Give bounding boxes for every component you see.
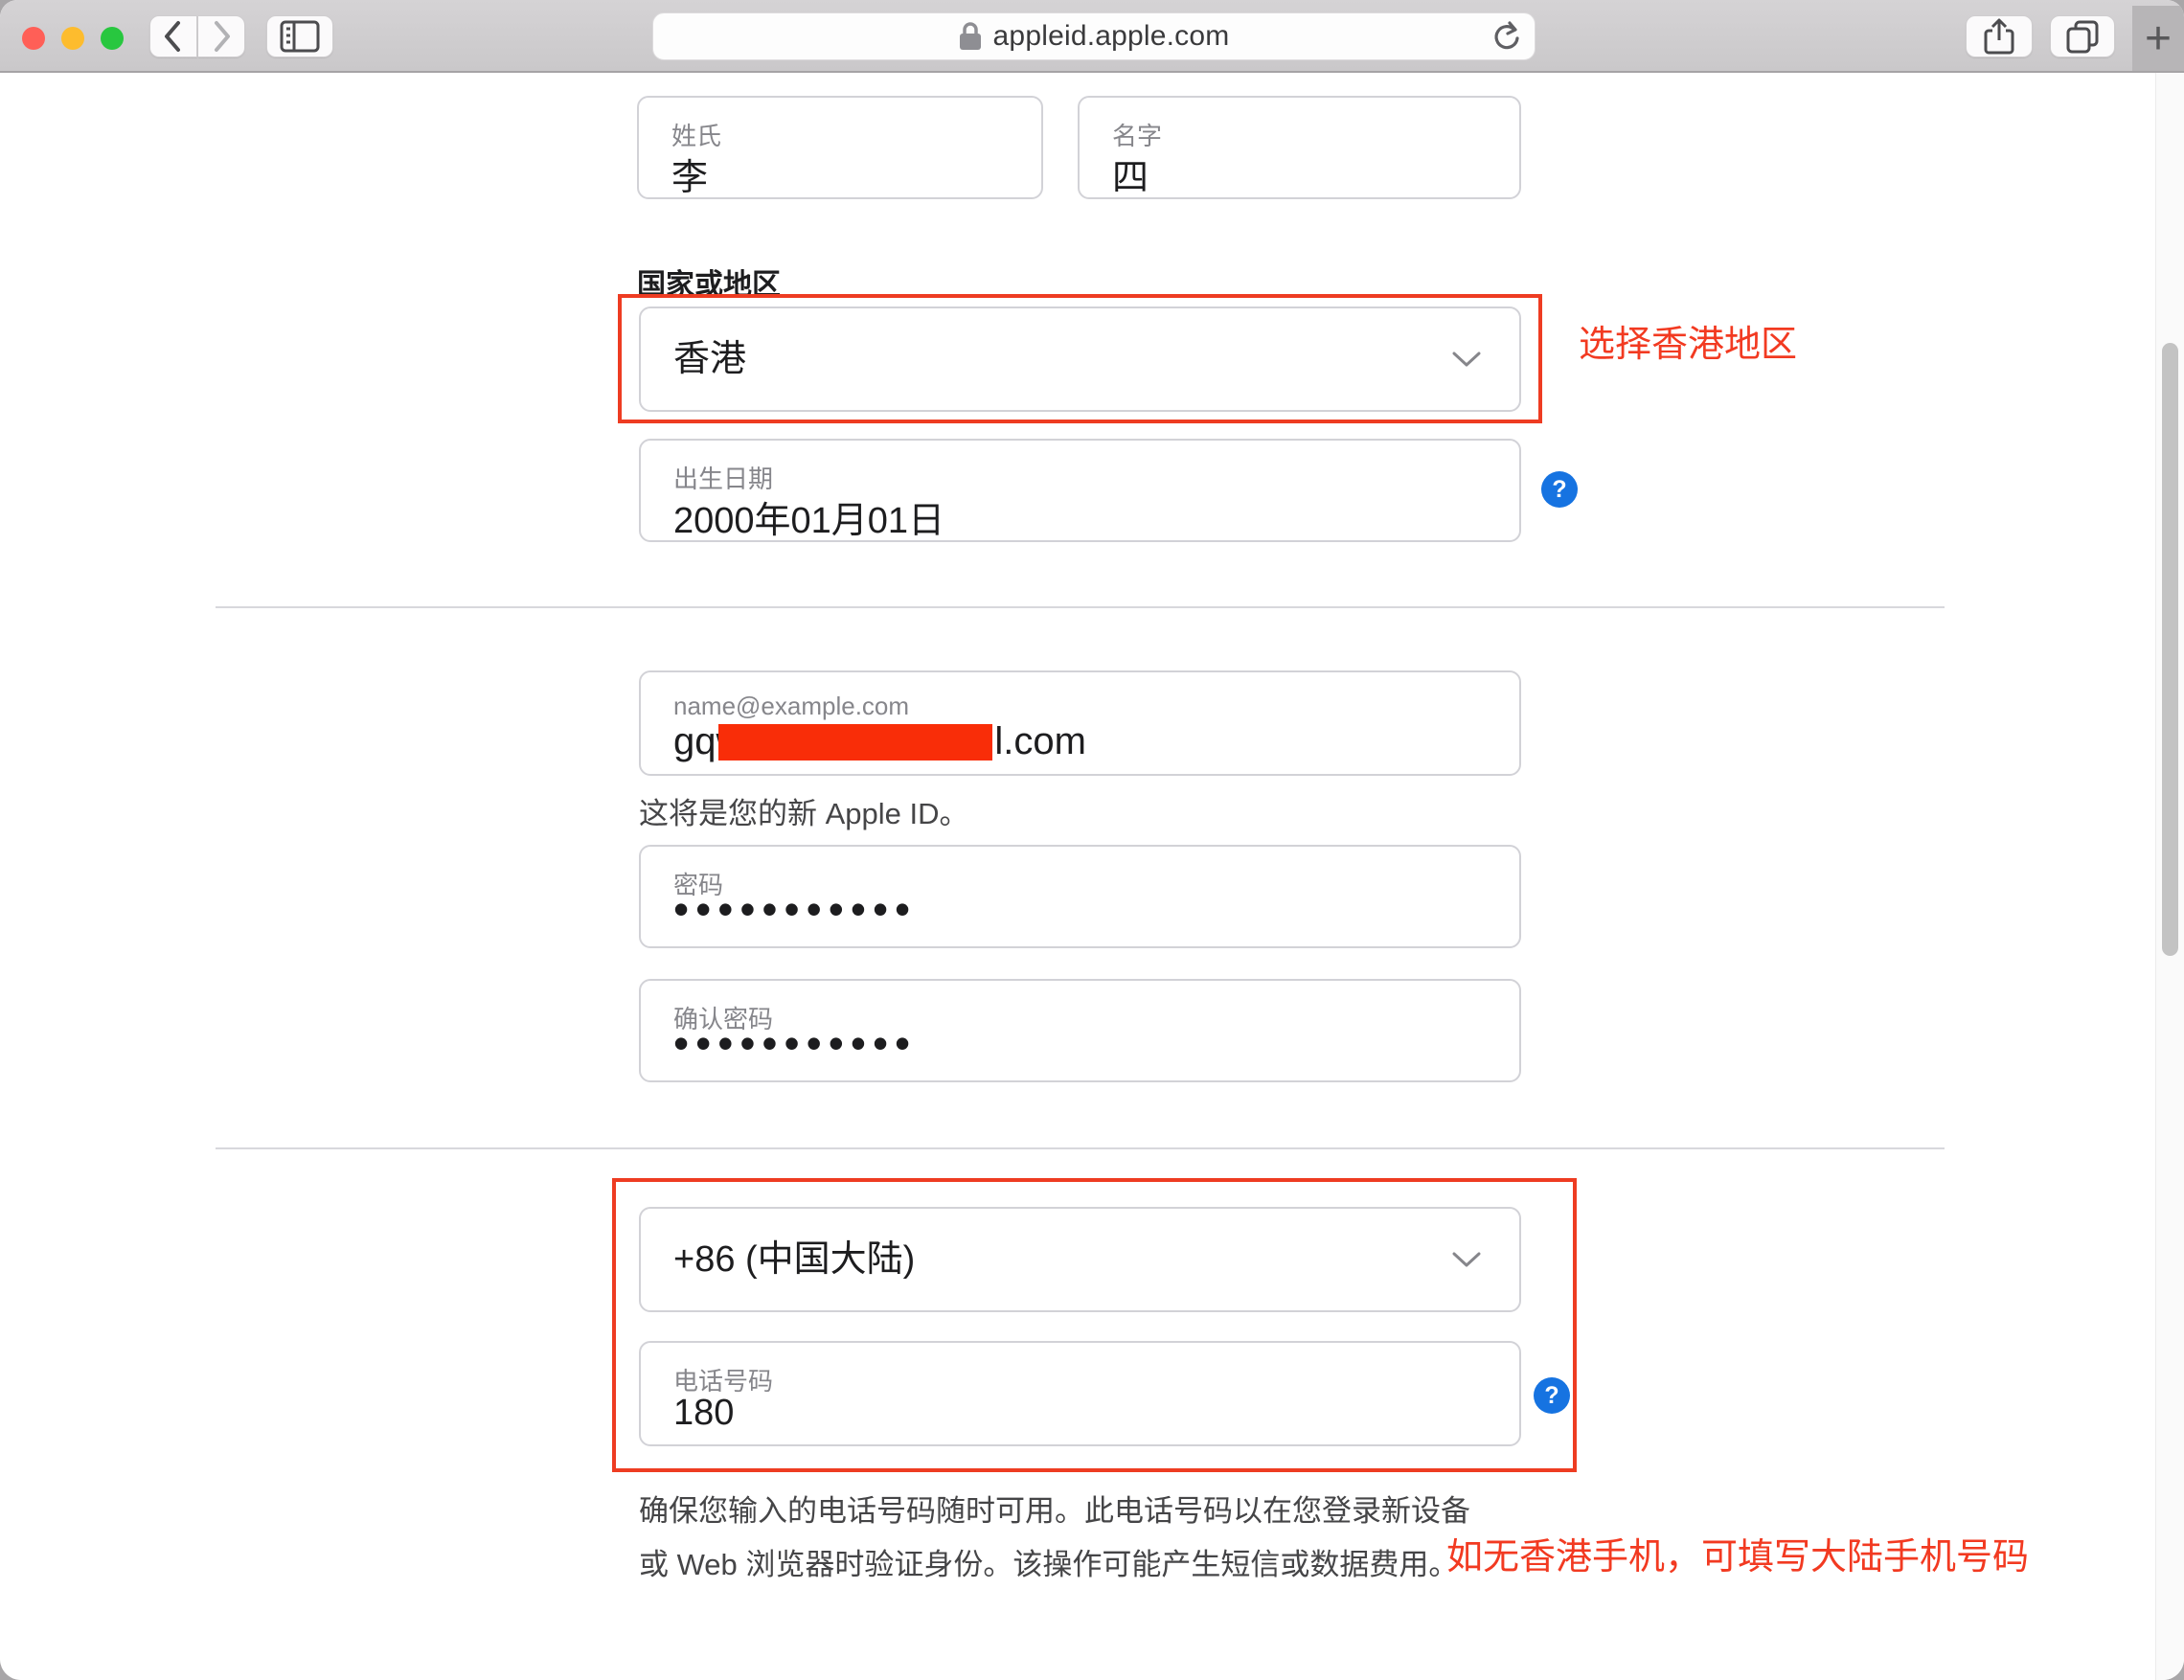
zoom-window-button[interactable] [101, 27, 124, 50]
minimize-window-button[interactable] [61, 27, 84, 50]
country-value: 香港 [673, 308, 746, 410]
email-field[interactable]: name@example.com gqw l.com [639, 670, 1521, 776]
back-button[interactable] [149, 15, 197, 57]
confirm-password-masked-value: ••••••••••• [673, 1017, 917, 1069]
url-text: appleid.apple.com [993, 20, 1230, 53]
last-name-value: 李 [671, 148, 708, 200]
phone-annotation: 如无香港手机，可填写大陆手机号码 [1446, 1527, 2029, 1579]
share-icon [1983, 17, 2015, 56]
password-masked-value: ••••••••••• [673, 883, 917, 935]
email-placeholder: name@example.com [673, 692, 909, 721]
scrollbar-thumb[interactable] [2162, 343, 2178, 956]
birthday-help-icon[interactable]: ? [1541, 471, 1578, 508]
region-annotation: 选择香港地区 [1579, 314, 1797, 367]
email-value-row: gqw l.com [673, 720, 1086, 763]
forward-button[interactable] [198, 15, 245, 57]
birthday-field[interactable]: 出生日期 2000年01月01日 [639, 439, 1521, 542]
confirm-password-field[interactable]: 确认密码 ••••••••••• [639, 979, 1521, 1082]
section-divider [216, 606, 1945, 608]
email-value-suffix: l.com [994, 720, 1086, 763]
lock-icon [959, 21, 982, 52]
birthday-value: 2000年01月01日 [673, 490, 944, 543]
chevron-left-icon [163, 20, 184, 53]
page-content: 姓氏 李 名字 四 国家或地区 香港 选择香港地区 出生日期 2000年01月0… [0, 73, 2184, 1680]
last-name-field[interactable]: 姓氏 李 [637, 96, 1043, 199]
tabs-overview-icon [2064, 18, 2101, 55]
phone-helper-text: 确保您输入的电话号码随时可用。此电话号码以在您登录新设备 或 Web 浏览器时验… [639, 1485, 1470, 1592]
apple-id-note: 这将是您的新 Apple ID。 [639, 789, 969, 832]
browser-window: appleid.apple.com [0, 0, 2184, 1680]
new-tab-button[interactable]: + [2132, 6, 2184, 71]
chevron-down-icon [1452, 308, 1481, 410]
first-name-value: 四 [1112, 148, 1149, 200]
phone-helper-line1: 确保您输入的电话号码随时可用。此电话号码以在您登录新设备 [639, 1485, 1470, 1538]
password-field[interactable]: 密码 ••••••••••• [639, 845, 1521, 948]
dial-code-select[interactable]: +86 (中国大陆) [639, 1207, 1521, 1312]
first-name-field[interactable]: 名字 四 [1078, 96, 1521, 199]
chevron-down-icon [1452, 1209, 1481, 1310]
phone-value: 180 [673, 1393, 734, 1434]
sidebar-icon [279, 19, 321, 54]
sidebar-toggle-button[interactable] [266, 15, 333, 57]
section-divider [216, 1147, 1945, 1149]
close-window-button[interactable] [22, 27, 45, 50]
country-select[interactable]: 香港 [639, 306, 1521, 412]
phone-number-field[interactable]: 电话号码 180 [639, 1341, 1521, 1446]
share-button[interactable] [1966, 15, 2033, 57]
reload-button[interactable] [1490, 21, 1521, 58]
phone-helper-line2: 或 Web 浏览器时验证身份。该操作可能产生短信或数据费用。 [639, 1538, 1470, 1592]
browser-toolbar: appleid.apple.com [0, 0, 2184, 73]
phone-help-icon[interactable]: ? [1534, 1377, 1570, 1414]
tab-overview-button[interactable] [2050, 15, 2115, 57]
scrollbar-track[interactable] [2155, 73, 2184, 1680]
dial-code-value: +86 (中国大陆) [673, 1209, 915, 1310]
address-bar[interactable]: appleid.apple.com [652, 12, 1536, 60]
chevron-right-icon [211, 20, 232, 53]
plus-icon: + [2145, 12, 2172, 65]
redaction-bar [718, 724, 992, 761]
